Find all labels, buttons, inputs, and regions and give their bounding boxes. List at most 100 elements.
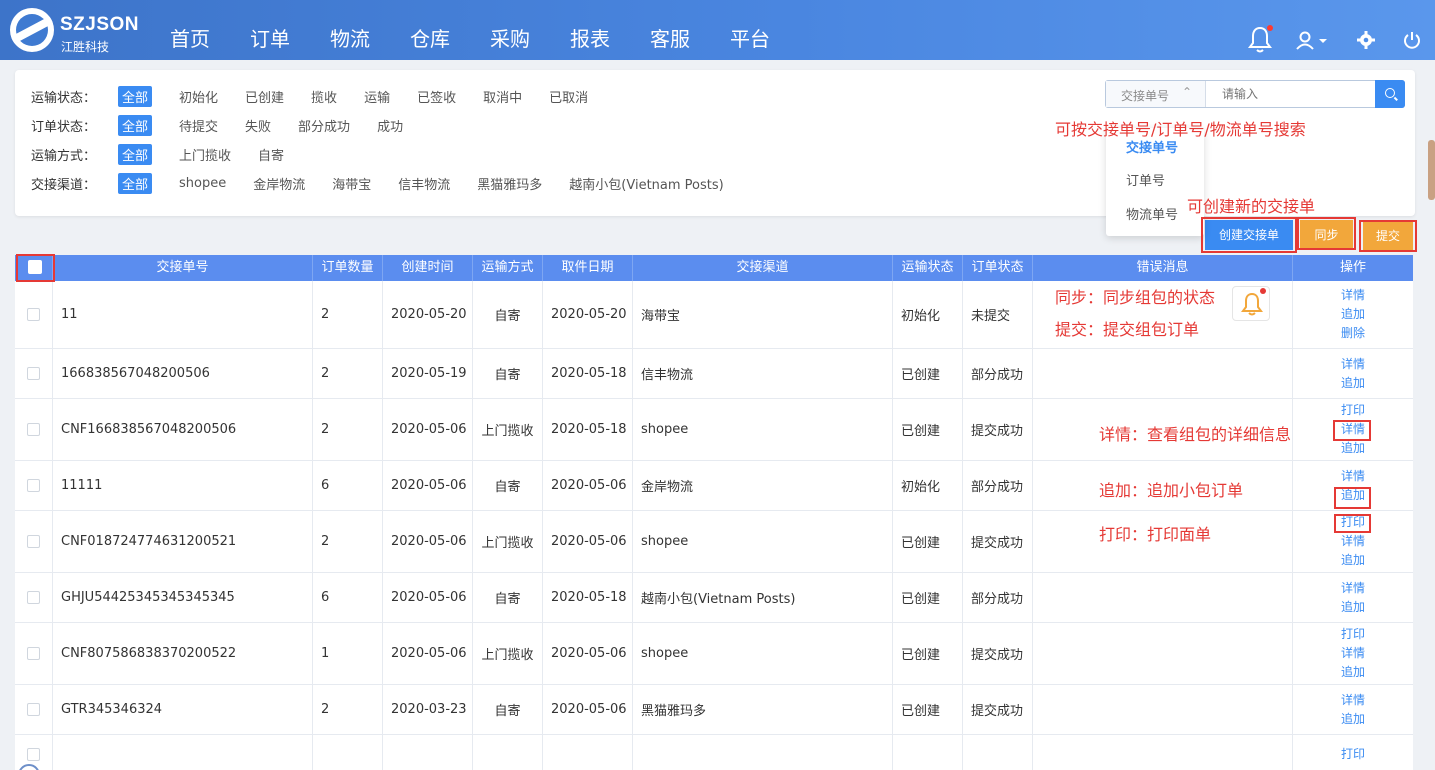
nav-item-home[interactable]: 首页 [150,0,230,60]
filter-chip[interactable]: 已签收 [417,87,456,106]
action-link[interactable]: 追加 [1341,598,1365,617]
action-link[interactable]: 追加 [1341,439,1365,458]
action-link[interactable]: 追加 [1341,663,1365,682]
cell-channel: 黑猫雅玛多 [633,685,893,734]
filter-chip[interactable]: 信丰物流 [398,174,450,193]
submit-button[interactable]: 提交 [1363,222,1413,250]
sync-button[interactable]: 同步 [1300,220,1353,250]
select-all-checkbox[interactable] [28,260,42,274]
filter-chip[interactable]: 自寄 [258,145,284,164]
action-link[interactable]: 追加 [1341,305,1365,324]
nav-item-logistics[interactable]: 物流 [310,0,390,60]
cell-order: 提交成功 [963,511,1033,572]
search-icon[interactable] [1375,80,1405,108]
filter-chip[interactable]: 全部 [118,172,153,194]
filter-chip[interactable]: 失败 [245,116,271,135]
actions-cell: 打印 详情 追加 [1293,399,1413,460]
cell-method: 上门揽收 [473,399,543,460]
action-link[interactable]: 打印 [1341,625,1365,644]
action-link[interactable]: 详情 [1341,286,1365,305]
cell-created: 2020-05-20 [383,281,473,348]
nav-item-warehouse[interactable]: 仓库 [390,0,470,60]
action-link[interactable]: 详情 [1341,532,1365,551]
action-link[interactable]: 详情 [1341,579,1365,598]
create-handover-button[interactable]: 创建交接单 [1205,220,1293,250]
action-link[interactable]: 详情 [1341,467,1365,486]
row-checkbox[interactable] [27,703,40,716]
top-header: SZJSON 江胜科技 首页 订单 物流 仓库 采购 报表 客服 平台 [0,0,1435,60]
filter-chip[interactable]: 海带宝 [332,174,371,193]
annotation-detail: 详情：查看组包的详细信息 [1099,425,1292,444]
filter-chip[interactable]: 上门揽收 [179,145,231,164]
filter-chip[interactable]: 初始化 [179,87,218,106]
action-link[interactable]: 详情 [1341,420,1365,439]
row-checkbox[interactable] [27,535,40,548]
cell-id: CNF807586838370200522 [53,623,313,684]
cell-qty: 2 [313,399,383,460]
select-cell [15,461,53,510]
cell-id: 11111 [53,461,313,510]
nav-item-platform[interactable]: 平台 [710,0,790,60]
filter-chip[interactable]: 越南小包(Vietnam Posts) [569,174,723,193]
action-link[interactable]: 打印 [1341,513,1365,532]
cell-pickup: 2020-05-18 [543,399,633,460]
column-header: 取件日期 [543,255,633,281]
filter-chip[interactable]: 取消中 [483,87,522,106]
action-link[interactable]: 详情 [1341,355,1365,374]
brand-logo-icon[interactable] [10,8,54,52]
filter-chip[interactable]: 全部 [118,85,153,107]
cell-id: CNF166838567048200506 [53,399,313,460]
row-checkbox[interactable] [27,591,40,604]
filter-chip[interactable]: 金岸物流 [253,174,305,193]
filter-chip[interactable]: 部分成功 [298,116,350,135]
filter-chip[interactable]: 揽收 [311,87,337,106]
cell-channel: 海带宝 [633,281,893,348]
nav-item-purchase[interactable]: 采购 [470,0,550,60]
action-link[interactable]: 追加 [1341,486,1365,505]
nav-item-reports[interactable]: 报表 [550,0,630,60]
column-header: 运输状态 [893,255,963,281]
action-link[interactable]: 打印 [1341,401,1365,420]
actions-cell: 详情 追加 [1293,461,1413,510]
action-link[interactable]: 打印 [1341,745,1365,764]
filter-chip[interactable]: 运输 [364,87,390,106]
filter-chip[interactable]: shopee [179,176,226,191]
cell-channel: 信丰物流 [633,349,893,398]
action-link[interactable]: 删除 [1341,324,1365,343]
filter-chip[interactable]: 已取消 [549,87,588,106]
row-checkbox[interactable] [27,367,40,380]
search-type-select[interactable]: 交接单号 ⌃ [1106,81,1206,107]
notification-dot [1260,288,1266,294]
filter-chip[interactable]: 全部 [118,143,153,165]
power-icon[interactable] [1403,31,1421,49]
row-checkbox[interactable] [27,748,40,761]
action-link[interactable]: 详情 [1341,691,1365,710]
action-link[interactable]: 详情 [1341,644,1365,663]
row-checkbox[interactable] [27,647,40,660]
filter-chip[interactable]: 已创建 [245,87,284,106]
action-link[interactable]: 追加 [1341,551,1365,570]
column-header: 运输方式 [473,255,543,281]
nav-item-orders[interactable]: 订单 [230,0,310,60]
filter-chip[interactable]: 待提交 [179,116,218,135]
nav-item-service[interactable]: 客服 [630,0,710,60]
cell-id: CNF018724774631200521 [53,511,313,572]
row-checkbox[interactable] [27,308,40,321]
action-link[interactable]: 追加 [1341,374,1365,393]
gear-icon[interactable] [1357,31,1375,49]
cell-order: 部分成功 [963,349,1033,398]
dropdown-option[interactable]: 物流单号 [1126,204,1178,223]
row-checkbox[interactable] [27,479,40,492]
user-icon[interactable] [1296,31,1330,51]
scrollbar-thumb[interactable] [1428,140,1435,200]
filter-chip[interactable]: 成功 [377,116,403,135]
filter-chip[interactable]: 黑猫雅玛多 [477,174,542,193]
dropdown-option[interactable]: 订单号 [1126,170,1165,189]
table-row: GTR345346324 2 2020-03-23 自寄 2020-05-06 黑猫雅玛多… [15,685,1413,735]
cell-qty: 2 [313,685,383,734]
row-checkbox[interactable] [27,423,40,436]
search-input[interactable] [1207,81,1374,107]
filter-chip[interactable]: 全部 [118,114,153,136]
cell-channel: 金岸物流 [633,461,893,510]
action-link[interactable]: 追加 [1341,710,1365,729]
